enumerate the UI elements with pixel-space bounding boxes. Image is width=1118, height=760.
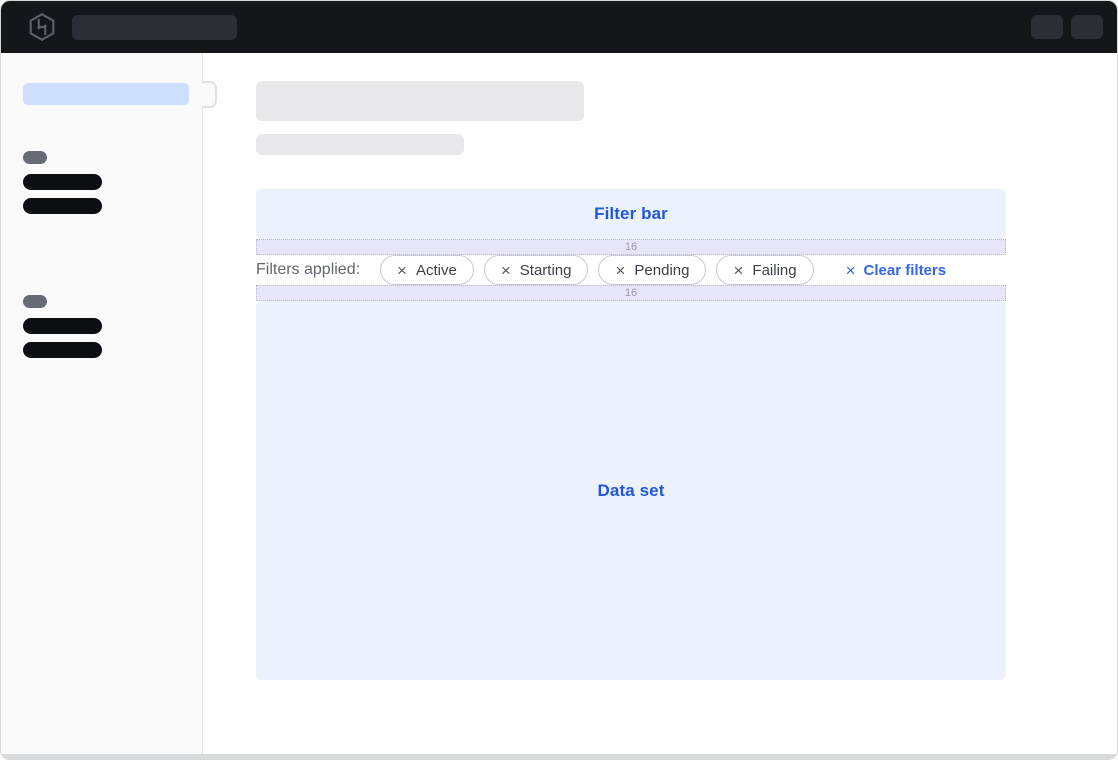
filter-tag-starting[interactable]: × Starting xyxy=(484,255,589,285)
hashicorp-logo-icon xyxy=(29,13,55,41)
filter-tag-label: Active xyxy=(416,262,457,279)
spacing-annotation-top-value: 16 xyxy=(625,242,637,253)
clear-filters-label: Clear filters xyxy=(864,262,947,279)
filter-tag-label: Failing xyxy=(752,262,796,279)
app-window: Filter bar 16 Filters applied: × Active … xyxy=(0,0,1118,760)
page-title-placeholder xyxy=(256,81,584,121)
sidebar-active-item-placeholder[interactable] xyxy=(23,83,189,105)
sidebar-section-heading-placeholder-1 xyxy=(23,151,47,164)
dismiss-icon: × xyxy=(397,262,407,279)
clear-filters-link[interactable]: × Clear filters xyxy=(846,262,946,279)
top-nav-bar xyxy=(1,1,1117,53)
sidebar-link-placeholder-2[interactable] xyxy=(23,198,102,214)
dismiss-icon: × xyxy=(501,262,511,279)
topbar-actions xyxy=(1031,15,1103,39)
spacing-annotation-bottom-value: 16 xyxy=(625,288,637,299)
spacing-annotation-top: 16 xyxy=(256,239,1006,255)
main-content: Filter bar 16 Filters applied: × Active … xyxy=(203,53,1117,760)
sidebar xyxy=(1,53,203,760)
topbar-button-placeholder-1[interactable] xyxy=(1031,15,1063,39)
topbar-button-placeholder-2[interactable] xyxy=(1071,15,1103,39)
window-body: Filter bar 16 Filters applied: × Active … xyxy=(1,53,1117,760)
sidebar-section-heading-placeholder-2 xyxy=(23,295,47,308)
sidebar-flyout-notch xyxy=(202,81,217,108)
clear-filters-x-icon: × xyxy=(846,262,856,279)
filter-tag-active[interactable]: × Active xyxy=(380,255,474,285)
filter-tag-failing[interactable]: × Failing xyxy=(716,255,813,285)
search-input-placeholder[interactable] xyxy=(72,15,237,40)
data-set-region-label: Data set xyxy=(598,481,665,501)
filters-applied-label: Filters applied: xyxy=(256,261,360,279)
filter-bar-region-label: Filter bar xyxy=(594,204,668,224)
data-set-region: Data set xyxy=(256,301,1006,680)
spacing-annotation-bottom: 16 xyxy=(256,285,1006,301)
filter-tag-pending[interactable]: × Pending xyxy=(598,255,706,285)
dismiss-icon: × xyxy=(733,262,743,279)
filter-tag-label: Starting xyxy=(520,262,572,279)
page-subtitle-placeholder xyxy=(256,134,464,155)
filters-applied-row: Filters applied: × Active × Starting × P xyxy=(256,255,1006,285)
dismiss-icon: × xyxy=(615,262,625,279)
filter-bar-region: Filter bar xyxy=(256,189,1006,239)
sidebar-link-placeholder-1[interactable] xyxy=(23,174,102,190)
sidebar-link-placeholder-3[interactable] xyxy=(23,318,102,334)
sidebar-link-placeholder-4[interactable] xyxy=(23,342,102,358)
filter-tag-list: × Active × Starting × Pending × xyxy=(380,255,814,285)
filter-tag-label: Pending xyxy=(634,262,689,279)
window-bottom-edge xyxy=(1,754,1117,759)
